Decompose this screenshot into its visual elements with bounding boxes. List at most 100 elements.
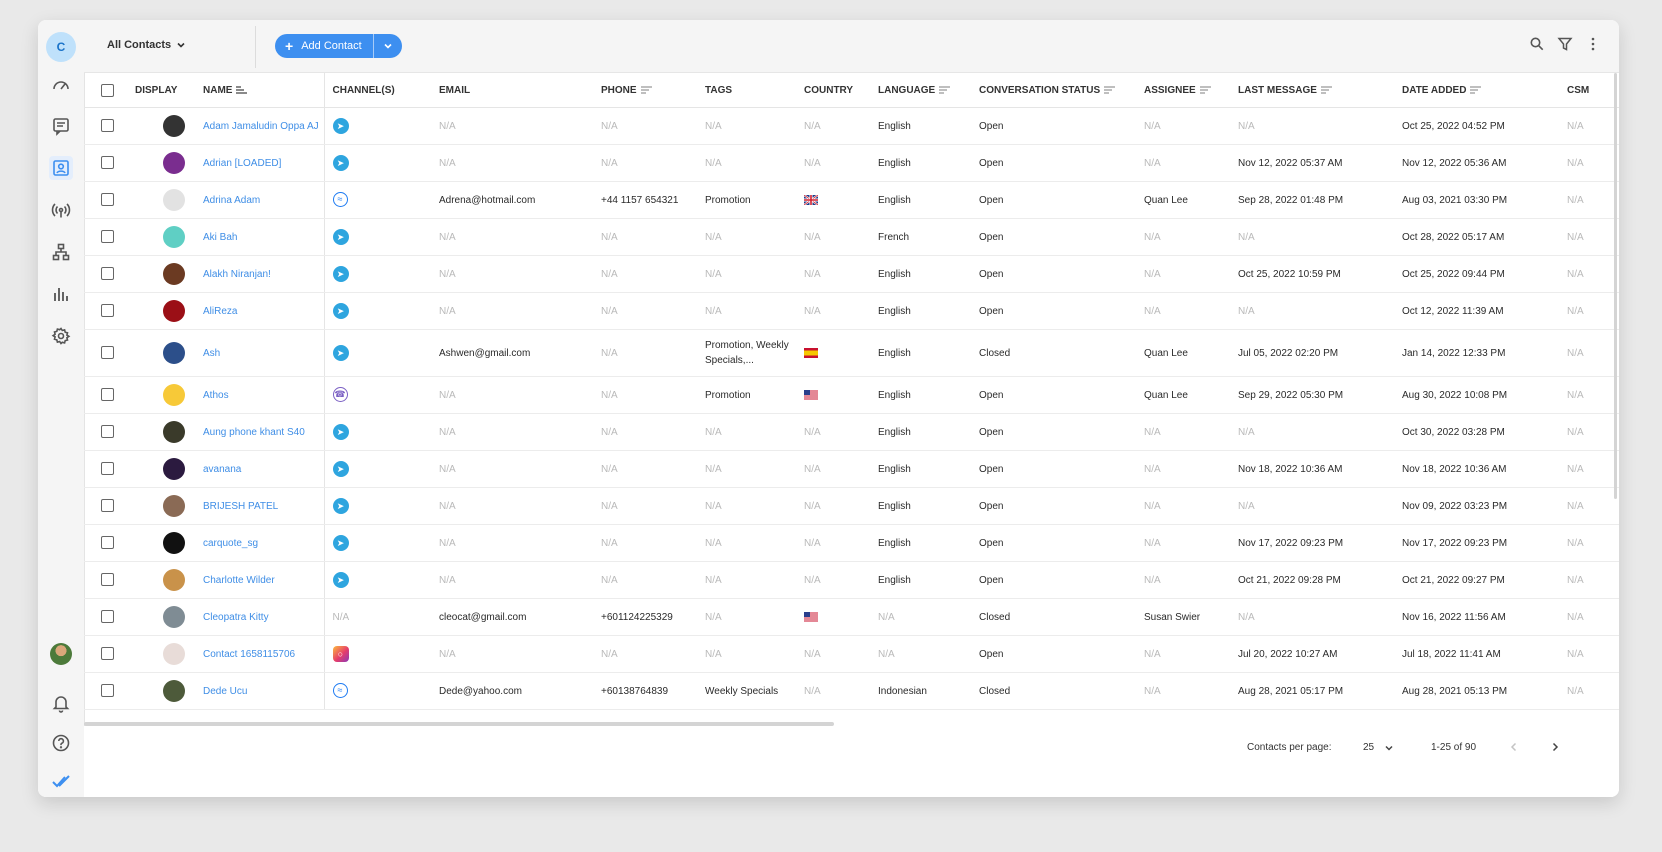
contact-name-link[interactable]: Aki Bah <box>203 232 237 243</box>
contact-name-link[interactable]: BRIJESH PATEL <box>203 501 278 512</box>
sort-icon[interactable] <box>640 86 653 94</box>
table-row[interactable]: Athos ☎ N/A N/A Promotion English Open Quan Lee… <box>84 376 1619 414</box>
row-checkbox[interactable] <box>101 610 114 624</box>
sort-icon[interactable] <box>1470 86 1482 94</box>
workflow-icon[interactable] <box>49 240 73 264</box>
name-cell[interactable]: carquote_sg <box>195 524 325 562</box>
table-row[interactable]: Charlotte Wilder ➤ N/A N/A N/A N/A English Open… <box>84 561 1619 599</box>
name-cell[interactable]: Ash <box>195 329 325 377</box>
chat-icon[interactable] <box>49 114 73 138</box>
table-row[interactable]: Ash ➤ Ashwen@gmail.com N/A Promotion, Weekly… <box>84 329 1619 377</box>
table-row[interactable]: Adrian [LOADED] ➤ N/A N/A N/A N/A English Open N… <box>84 144 1619 182</box>
contact-name-link[interactable]: Adrian [LOADED] <box>203 158 281 169</box>
contact-name-link[interactable]: carquote_sg <box>203 538 258 549</box>
row-checkbox[interactable] <box>101 536 114 550</box>
header-name[interactable]: NAME <box>195 73 325 108</box>
row-checkbox[interactable] <box>101 647 114 661</box>
row-checkbox[interactable] <box>101 156 114 170</box>
contacts-icon[interactable] <box>49 156 73 180</box>
previous-page-button[interactable] <box>1509 740 1519 755</box>
bell-icon[interactable] <box>49 691 73 715</box>
select-all-checkbox[interactable] <box>101 83 114 97</box>
help-icon[interactable] <box>49 731 73 755</box>
row-checkbox[interactable] <box>101 304 114 318</box>
sort-icon[interactable] <box>1320 86 1333 94</box>
table-row[interactable]: Aki Bah ➤ N/A N/A N/A N/A French Open N/A N/A Oct … <box>84 218 1619 256</box>
settings-icon[interactable] <box>49 324 73 348</box>
table-row[interactable]: AliReza ➤ N/A N/A N/A N/A English Open N/A N/A Oct… <box>84 292 1619 330</box>
logo-icon[interactable] <box>49 769 73 793</box>
name-cell[interactable]: Contact 1658115706 <box>195 635 325 673</box>
search-icon[interactable] <box>1529 36 1545 52</box>
contacts-table-container[interactable]: DISPLAY NAME CHANNEL(S) EMAIL PHONE TAGS… <box>84 73 1619 722</box>
table-row[interactable]: Adam Jamaludin Oppa AJ ➤ N/A N/A N/A N/A Engli… <box>84 107 1619 145</box>
row-checkbox[interactable] <box>101 684 114 698</box>
row-checkbox[interactable] <box>101 267 114 281</box>
row-checkbox[interactable] <box>101 462 114 476</box>
name-cell[interactable]: Athos <box>195 376 325 414</box>
table-row[interactable]: carquote_sg ➤ N/A N/A N/A N/A English Open N/A No… <box>84 524 1619 562</box>
add-contact-button[interactable]: + Add Contact <box>275 34 374 58</box>
name-cell[interactable]: Aki Bah <box>195 218 325 256</box>
row-checkbox[interactable] <box>101 388 114 402</box>
header-assignee[interactable]: ASSIGNEE <box>1136 73 1230 108</box>
contact-name-link[interactable]: Athos <box>203 390 229 401</box>
view-selector[interactable]: All Contacts <box>107 39 186 51</box>
row-checkbox[interactable] <box>101 573 114 587</box>
name-cell[interactable]: avanana <box>195 450 325 488</box>
broadcast-icon[interactable] <box>49 198 73 222</box>
contact-name-link[interactable]: Aung phone khant S40 <box>203 427 305 438</box>
name-cell[interactable]: BRIJESH PATEL <box>195 487 325 525</box>
name-cell[interactable]: Dede Ucu <box>195 672 325 710</box>
sort-icon[interactable] <box>1199 86 1212 94</box>
next-page-button[interactable] <box>1550 740 1560 755</box>
header-date-added[interactable]: DATE ADDED <box>1394 73 1559 108</box>
sort-icon[interactable] <box>939 86 951 94</box>
contact-name-link[interactable]: Dede Ucu <box>203 686 247 697</box>
header-phone[interactable]: PHONE <box>593 73 697 108</box>
per-page-select[interactable]: 25 <box>1363 742 1394 753</box>
row-checkbox[interactable] <box>101 346 114 360</box>
filter-icon[interactable] <box>1557 36 1573 52</box>
contact-name-link[interactable]: Cleopatra Kitty <box>203 612 269 623</box>
vertical-scrollbar[interactable] <box>1614 73 1617 499</box>
contact-name-link[interactable]: Contact 1658115706 <box>203 649 295 660</box>
add-contact-menu-button[interactable] <box>373 34 402 58</box>
name-cell[interactable]: AliReza <box>195 292 325 330</box>
table-row[interactable]: Contact 1658115706 ○ N/A N/A N/A N/A N/A Open N/… <box>84 635 1619 673</box>
contact-name-link[interactable]: avanana <box>203 464 241 475</box>
reports-icon[interactable] <box>49 282 73 306</box>
name-cell[interactable]: Alakh Niranjan! <box>195 255 325 293</box>
table-row[interactable]: avanana ➤ N/A N/A N/A N/A English Open N/A Nov 18… <box>84 450 1619 488</box>
contact-name-link[interactable]: AliReza <box>203 306 237 317</box>
more-vertical-icon[interactable] <box>1585 36 1601 52</box>
row-checkbox[interactable] <box>101 119 114 133</box>
header-language[interactable]: LANGUAGE <box>870 73 971 108</box>
user-avatar[interactable] <box>50 643 72 665</box>
name-cell[interactable]: Charlotte Wilder <box>195 561 325 599</box>
table-row[interactable]: Dede Ucu ≈ Dede@yahoo.com +60138764839 Weekl… <box>84 672 1619 710</box>
table-row[interactable]: Cleopatra Kitty N/A cleocat@gmail.com +6011… <box>84 598 1619 636</box>
row-checkbox[interactable] <box>101 230 114 244</box>
name-cell[interactable]: Adam Jamaludin Oppa AJ <box>195 107 325 145</box>
table-row[interactable]: Aung phone khant S40 ➤ N/A N/A N/A N/A English… <box>84 413 1619 451</box>
contact-name-link[interactable]: Charlotte Wilder <box>203 575 275 586</box>
row-checkbox[interactable] <box>101 425 114 439</box>
contact-name-link[interactable]: Ash <box>203 348 220 359</box>
table-row[interactable]: Alakh Niranjan! ➤ N/A N/A N/A N/A English Open N… <box>84 255 1619 293</box>
name-cell[interactable]: Adrina Adam <box>195 181 325 219</box>
table-row[interactable]: BRIJESH PATEL ➤ N/A N/A N/A N/A English Open N/A… <box>84 487 1619 525</box>
header-conversation-status[interactable]: CONVERSATION STATUS <box>971 73 1136 108</box>
sort-icon[interactable] <box>236 86 248 94</box>
org-avatar[interactable]: C <box>46 32 76 62</box>
header-last-message[interactable]: LAST MESSAGE <box>1230 73 1394 108</box>
name-cell[interactable]: Aung phone khant S40 <box>195 413 325 451</box>
name-cell[interactable]: Cleopatra Kitty <box>195 598 325 636</box>
table-row[interactable]: Adrina Adam ≈ Adrena@hotmail.com +44 1157 6… <box>84 181 1619 219</box>
name-cell[interactable]: Adrian [LOADED] <box>195 144 325 182</box>
contact-name-link[interactable]: Adam Jamaludin Oppa AJ <box>203 121 319 132</box>
dashboard-icon[interactable] <box>49 73 73 97</box>
contact-name-link[interactable]: Alakh Niranjan! <box>203 269 271 280</box>
sort-icon[interactable] <box>1104 86 1116 94</box>
row-checkbox[interactable] <box>101 193 114 207</box>
